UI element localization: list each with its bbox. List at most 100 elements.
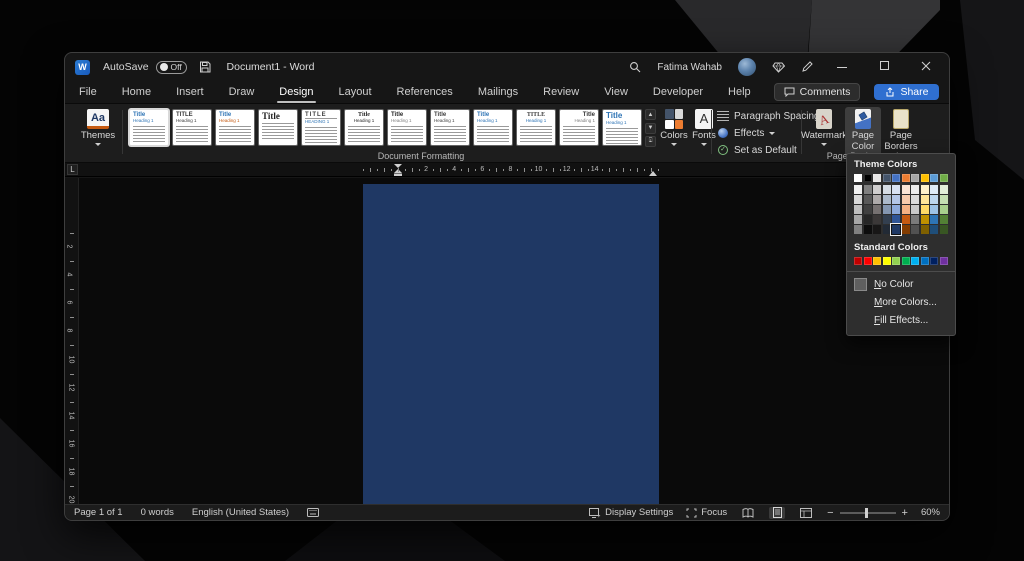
theme-shade-swatch[interactable] [873, 215, 881, 224]
theme-shade-swatch[interactable] [883, 205, 891, 214]
document-page[interactable] [363, 184, 659, 506]
theme-shade-swatch[interactable] [902, 185, 910, 194]
read-mode-button[interactable] [740, 507, 756, 519]
page-borders-button[interactable]: Page Borders [883, 107, 919, 155]
tab-home[interactable]: Home [120, 83, 153, 101]
style-set-thumbnail-4[interactable]: Title [258, 109, 298, 146]
no-color-item[interactable]: No Color [854, 275, 948, 293]
theme-color-swatch[interactable] [902, 174, 910, 182]
gem-icon[interactable] [772, 62, 785, 73]
theme-shade-swatch[interactable] [930, 215, 938, 224]
gallery-scroll-up-button[interactable]: ▲ [645, 109, 656, 120]
standard-color-swatch[interactable] [854, 257, 862, 265]
theme-shade-swatch[interactable] [892, 225, 900, 234]
theme-shade-swatch[interactable] [864, 225, 872, 234]
theme-shade-swatch[interactable] [873, 205, 881, 214]
theme-shade-swatch[interactable] [940, 225, 948, 234]
tab-file[interactable]: File [77, 83, 99, 101]
tab-references[interactable]: References [395, 83, 455, 101]
style-set-thumbnail-7[interactable]: TitleHeading 1 [387, 109, 427, 146]
standard-color-swatch[interactable] [940, 257, 948, 265]
close-button[interactable] [913, 61, 939, 74]
standard-color-swatch[interactable] [864, 257, 872, 265]
theme-shade-swatch[interactable] [940, 185, 948, 194]
gallery-scroll-down-button[interactable]: ▼ [645, 123, 656, 134]
more-colors-item[interactable]: More Colors... [854, 293, 948, 311]
standard-color-swatch[interactable] [911, 257, 919, 265]
theme-shade-swatch[interactable] [864, 195, 872, 204]
style-set-thumbnail-2[interactable]: TITLEHeading 1 [172, 109, 212, 146]
display-settings-button[interactable]: Display Settings [589, 507, 673, 518]
focus-button[interactable]: Focus [686, 507, 727, 518]
theme-shade-swatch[interactable] [892, 215, 900, 224]
theme-shade-swatch[interactable] [854, 225, 862, 234]
standard-color-swatch[interactable] [921, 257, 929, 265]
theme-shade-swatch[interactable] [921, 225, 929, 234]
fonts-button[interactable]: A Fonts [691, 107, 717, 148]
theme-color-swatch[interactable] [911, 174, 919, 182]
theme-shade-swatch[interactable] [911, 225, 919, 234]
tab-design[interactable]: Design [277, 83, 315, 101]
standard-color-swatch[interactable] [902, 257, 910, 265]
gallery-more-button[interactable]: ⍗ [645, 136, 656, 147]
standard-color-swatch[interactable] [883, 257, 891, 265]
theme-shade-swatch[interactable] [854, 215, 862, 224]
theme-color-swatch[interactable] [940, 174, 948, 182]
set-as-default-button[interactable]: ✓ Set as Default [717, 144, 797, 156]
theme-shade-swatch[interactable] [911, 185, 919, 194]
user-name[interactable]: Fatima Wahab [657, 62, 722, 73]
style-set-thumbnail-8[interactable]: TitleHeading 1 [430, 109, 470, 146]
theme-shade-swatch[interactable] [883, 185, 891, 194]
tab-draw[interactable]: Draw [227, 83, 257, 101]
theme-shade-swatch[interactable] [902, 225, 910, 234]
theme-color-swatch[interactable] [930, 174, 938, 182]
theme-shade-swatch[interactable] [864, 205, 872, 214]
comments-button[interactable]: Comments [774, 83, 861, 101]
zoom-percent[interactable]: 60% [921, 507, 940, 518]
standard-color-swatch[interactable] [873, 257, 881, 265]
tab-view[interactable]: View [602, 83, 630, 101]
zoom-in-button[interactable]: + [902, 508, 908, 518]
tab-help[interactable]: Help [726, 83, 753, 101]
word-count[interactable]: 0 words [141, 507, 174, 518]
tab-review[interactable]: Review [541, 83, 581, 101]
theme-shade-swatch[interactable] [902, 195, 910, 204]
minimize-button[interactable] [829, 61, 855, 73]
theme-shade-swatch[interactable] [921, 185, 929, 194]
theme-color-swatch[interactable] [864, 174, 872, 182]
theme-shade-swatch[interactable] [873, 195, 881, 204]
standard-color-swatch[interactable] [892, 257, 900, 265]
page-info[interactable]: Page 1 of 1 [74, 507, 123, 518]
colors-button[interactable]: Colors [659, 107, 689, 148]
keyboard-icon[interactable] [307, 508, 319, 517]
theme-shade-swatch[interactable] [921, 195, 929, 204]
style-set-thumbnail-5[interactable]: TITLEHEADING 1 [301, 109, 341, 146]
theme-shade-swatch[interactable] [883, 195, 891, 204]
tab-insert[interactable]: Insert [174, 83, 206, 101]
style-set-thumbnail-9[interactable]: TitleHeading 1 [473, 109, 513, 146]
standard-color-swatch[interactable] [930, 257, 938, 265]
theme-shade-swatch[interactable] [902, 205, 910, 214]
theme-shade-swatch[interactable] [911, 205, 919, 214]
theme-color-swatch[interactable] [921, 174, 929, 182]
theme-shade-swatch[interactable] [902, 215, 910, 224]
avatar[interactable] [738, 58, 756, 76]
theme-shade-swatch[interactable] [892, 205, 900, 214]
theme-shade-swatch[interactable] [921, 205, 929, 214]
theme-shade-swatch[interactable] [930, 195, 938, 204]
tab-layout[interactable]: Layout [337, 83, 374, 101]
tab-developer[interactable]: Developer [651, 83, 705, 101]
fill-effects-item[interactable]: Fill Effects... [854, 311, 948, 329]
style-set-thumbnail-1[interactable]: TitleHeading 1 [129, 109, 169, 146]
theme-shade-swatch[interactable] [892, 185, 900, 194]
theme-shade-swatch[interactable] [864, 215, 872, 224]
tab-mailings[interactable]: Mailings [476, 83, 520, 101]
autosave-toggle[interactable]: Off [156, 61, 187, 74]
theme-shade-swatch[interactable] [854, 185, 862, 194]
style-set-thumbnail-10[interactable]: TITLEHeading 1 [516, 109, 556, 146]
watermark-button[interactable]: A Watermark [806, 107, 842, 148]
theme-shade-swatch[interactable] [930, 205, 938, 214]
style-set-thumbnail-6[interactable]: TitleHeading 1 [344, 109, 384, 146]
theme-shade-swatch[interactable] [883, 215, 891, 224]
zoom-slider-thumb[interactable] [865, 508, 868, 518]
